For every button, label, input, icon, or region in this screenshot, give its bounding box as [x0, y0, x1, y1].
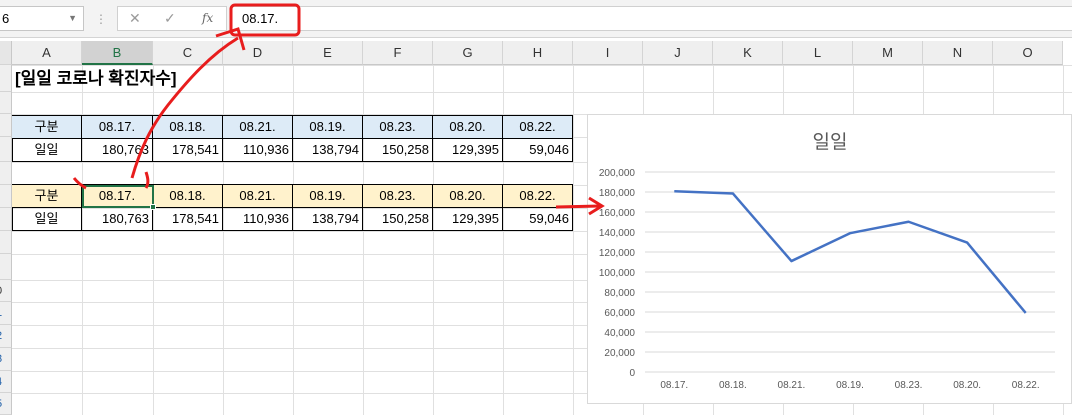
table-header-label[interactable]: 구분 [12, 116, 82, 139]
fill-handle[interactable] [150, 204, 156, 210]
table-cell-value[interactable]: 59,046 [503, 208, 573, 231]
y-tick-label: 80,000 [604, 288, 635, 299]
table-header-date[interactable]: 08.22. [503, 185, 573, 208]
table-header-date[interactable]: 08.21. [223, 116, 293, 139]
sheet-title: [일일 코로나 확진자수] [15, 69, 177, 88]
column-header-o[interactable]: O [993, 41, 1063, 65]
column-header-n[interactable]: N [923, 41, 993, 65]
row-number[interactable]: 0 [0, 285, 2, 297]
table-header-date[interactable]: 08.22. [503, 116, 573, 139]
table-cell-value[interactable]: 129,395 [433, 208, 503, 231]
more-options-icon[interactable]: ⋮ [95, 12, 107, 26]
column-header-c[interactable]: C [153, 41, 223, 65]
table-header-date[interactable]: 08.18. [153, 116, 223, 139]
table-header-date[interactable]: 08.20. [433, 185, 503, 208]
y-tick-label: 20,000 [604, 348, 635, 359]
name-box-value: 6 [2, 11, 10, 26]
x-tick-label: 08.18. [719, 380, 747, 391]
x-tick-label: 08.22. [1012, 380, 1040, 391]
table-header-date[interactable]: 08.23. [363, 185, 433, 208]
table-header-label[interactable]: 구분 [12, 185, 82, 208]
table-cell-value[interactable]: 178,541 [153, 208, 223, 231]
y-tick-label: 60,000 [604, 308, 635, 319]
y-tick-label: 200,000 [599, 168, 636, 179]
grid-vline [573, 65, 574, 415]
row-header[interactable] [0, 231, 12, 254]
x-tick-label: 08.19. [836, 380, 864, 391]
y-tick-label: 0 [629, 368, 635, 379]
table-cell-value[interactable]: 180,763 [82, 139, 153, 162]
row-header[interactable] [0, 137, 12, 162]
chart-svg: 일일 0 20,000 40,000 60,000 80,000 100,000 120,0… [599, 131, 1055, 391]
table-cell-value[interactable]: 138,794 [293, 208, 363, 231]
formula-buttons: ✕ ✓ fx [117, 6, 227, 31]
row-header[interactable] [0, 92, 12, 114]
table-header-date[interactable]: 08.23. [363, 116, 433, 139]
cancel-icon[interactable]: ✕ [129, 10, 141, 27]
table-header-date[interactable]: 08.20. [433, 116, 503, 139]
column-header-f[interactable]: F [363, 41, 433, 65]
table-cell-value[interactable]: 110,936 [223, 208, 293, 231]
column-header-g[interactable]: G [433, 41, 503, 65]
column-header-m[interactable]: M [853, 41, 923, 65]
table-cell-value[interactable]: 129,395 [433, 139, 503, 162]
line-chart[interactable]: 일일 0 20,000 40,000 60,000 80,000 100,000 120,0… [587, 114, 1072, 404]
x-tick-label: 08.23. [895, 380, 923, 391]
formula-input[interactable]: 08.17. [231, 6, 1072, 31]
table-row-label[interactable]: 일일 [12, 208, 82, 231]
table-header-date[interactable]: 08.19. [293, 185, 363, 208]
table-cell-value[interactable]: 138,794 [293, 139, 363, 162]
table-cell-value[interactable]: 178,541 [153, 139, 223, 162]
chart-title: 일일 [813, 131, 848, 153]
insert-function-icon[interactable]: fx [202, 11, 213, 25]
table-cell-value[interactable]: 180,763 [82, 208, 153, 231]
table-header-date[interactable]: 08.17. [82, 116, 153, 139]
table-cell-value[interactable]: 150,258 [363, 208, 433, 231]
formula-bar: 6 ▼ ⋮ ✕ ✓ fx 08.17. [0, 0, 1072, 38]
select-all-corner[interactable] [0, 41, 12, 65]
table-header-date[interactable]: 08.21. [223, 185, 293, 208]
enter-icon[interactable]: ✓ [164, 10, 176, 27]
y-tick-label: 100,000 [599, 268, 636, 279]
grid-hline [12, 92, 1072, 93]
y-tick-label: 180,000 [599, 188, 636, 199]
row-number[interactable]: 4 [0, 376, 2, 388]
y-tick-label: 160,000 [599, 208, 636, 219]
row-header[interactable] [0, 208, 12, 231]
y-tick-label: 120,000 [599, 248, 636, 259]
y-tick-label: 140,000 [599, 228, 636, 239]
row-header[interactable] [0, 114, 12, 137]
x-tick-label: 08.20. [953, 380, 981, 391]
row-number[interactable]: 1 [0, 307, 2, 319]
table-header-date[interactable]: 08.19. [293, 116, 363, 139]
active-cell-border [82, 185, 154, 208]
name-box[interactable]: 6 ▼ [0, 6, 84, 31]
chevron-down-icon[interactable]: ▼ [68, 7, 77, 30]
row-header[interactable] [0, 254, 12, 280]
row-header[interactable] [0, 162, 12, 185]
column-header-j[interactable]: J [643, 41, 713, 65]
row-number[interactable]: 5 [0, 398, 2, 410]
column-header-a[interactable]: A [12, 41, 82, 65]
column-header-e[interactable]: E [293, 41, 363, 65]
table-row-label[interactable]: 일일 [12, 139, 82, 162]
table-header-date[interactable]: 08.18. [153, 185, 223, 208]
x-tick-label: 08.21. [778, 380, 806, 391]
column-header-k[interactable]: K [713, 41, 783, 65]
x-tick-label: 08.17. [660, 380, 688, 391]
column-header-d[interactable]: D [223, 41, 293, 65]
column-header-h[interactable]: H [503, 41, 573, 65]
table-cell-value[interactable]: 110,936 [223, 139, 293, 162]
column-header-l[interactable]: L [783, 41, 853, 65]
table-cell-value[interactable]: 150,258 [363, 139, 433, 162]
row-number[interactable]: 3 [0, 353, 2, 365]
column-header-i[interactable]: I [573, 41, 643, 65]
row-header[interactable] [0, 65, 12, 92]
row-number[interactable]: 2 [0, 330, 2, 342]
column-header-b[interactable]: B [82, 41, 153, 65]
table-cell-value[interactable]: 59,046 [503, 139, 573, 162]
row-header[interactable] [0, 185, 12, 208]
y-tick-label: 40,000 [604, 328, 635, 339]
